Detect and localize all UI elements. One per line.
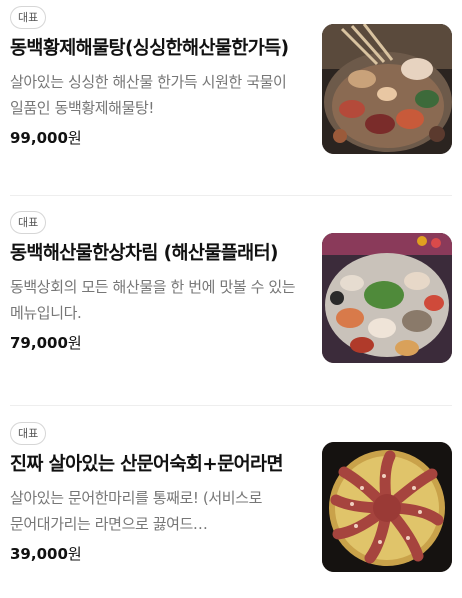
menu-list: 대표 동백황제해물탕(싱싱한해산물한가득) 살아있는 싱싱한 해산물 한가득 시… bbox=[0, 0, 462, 598]
price-value: 99,000 bbox=[10, 129, 68, 147]
signature-badge: 대표 bbox=[10, 422, 47, 445]
seafood-platter-photo[interactable] bbox=[322, 233, 452, 363]
price-currency: 원 bbox=[67, 129, 82, 147]
menu-item[interactable]: 대표 동백해산물한상차림 (해산물플래터) 동백상회의 모든 해산물을 한 번에… bbox=[0, 205, 462, 400]
divider bbox=[10, 195, 452, 196]
seafood-platter-photo-icon bbox=[322, 233, 452, 363]
price-value: 39,000 bbox=[10, 545, 68, 563]
price-currency: 원 bbox=[67, 545, 82, 563]
price-value: 79,000 bbox=[10, 334, 68, 352]
menu-item-price: 99,000원 bbox=[10, 126, 306, 150]
menu-item-info: 대표 진짜 살아있는 산문어숙회+문어라면 살아있는 문어한마리를 통째로! (… bbox=[10, 422, 306, 566]
price-currency: 원 bbox=[67, 334, 82, 352]
octopus-photo[interactable] bbox=[322, 442, 452, 572]
menu-item-description: 동백상회의 모든 해산물을 한 번에 맛볼 수 있는 메뉴입니다. bbox=[10, 278, 296, 322]
menu-item-title[interactable]: 진짜 살아있는 산문어숙회+문어라면 bbox=[10, 450, 306, 479]
menu-item[interactable]: 대표 동백황제해물탕(싱싱한해산물한가득) 살아있는 싱싱한 해산물 한가득 시… bbox=[0, 0, 462, 190]
signature-badge: 대표 bbox=[10, 6, 47, 29]
menu-item-description: 살아있는 문어한마리를 통째로! (서비스로 문어대가리는 라면으로 끓여드… bbox=[10, 489, 262, 533]
menu-item-description: 살아있는 싱싱한 해산물 한가득 시원한 국물이 일품인 동백황제해물탕! bbox=[10, 73, 287, 117]
menu-item-title[interactable]: 동백황제해물탕(싱싱한해산물한가득) bbox=[10, 34, 306, 63]
signature-badge: 대표 bbox=[10, 211, 47, 234]
menu-item-info: 대표 동백황제해물탕(싱싱한해산물한가득) 살아있는 싱싱한 해산물 한가득 시… bbox=[10, 6, 306, 150]
divider bbox=[10, 405, 452, 406]
menu-item[interactable]: 대표 진짜 살아있는 산문어숙회+문어라면 살아있는 문어한마리를 통째로! (… bbox=[0, 416, 462, 598]
octopus-photo-icon bbox=[322, 442, 452, 572]
seafood-stew-photo[interactable] bbox=[322, 24, 452, 154]
seafood-stew-photo-icon bbox=[322, 24, 452, 154]
menu-item-price: 79,000원 bbox=[10, 331, 306, 355]
menu-item-info: 대표 동백해산물한상차림 (해산물플래터) 동백상회의 모든 해산물을 한 번에… bbox=[10, 211, 306, 355]
menu-item-title[interactable]: 동백해산물한상차림 (해산물플래터) bbox=[10, 239, 306, 268]
menu-item-price: 39,000원 bbox=[10, 542, 306, 566]
